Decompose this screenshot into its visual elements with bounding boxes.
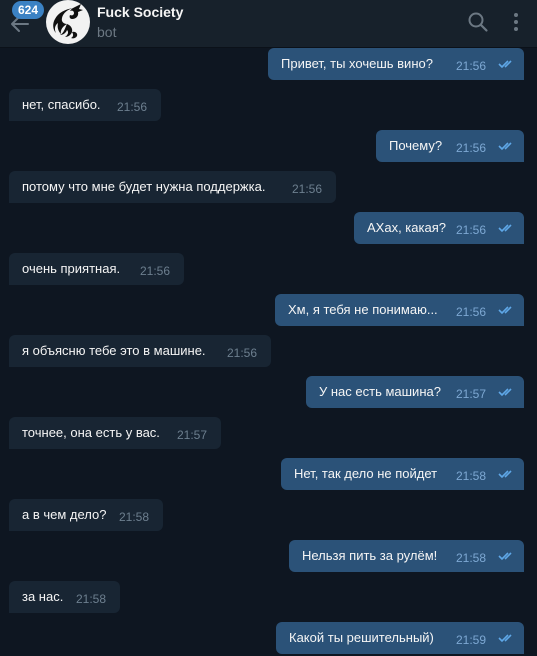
message-time: 21:56 [227,346,258,360]
message-time: 21:56 [456,305,487,319]
message-text: за нас. [22,589,64,604]
message-time: 21:57 [456,387,487,401]
message-bubble-outgoing[interactable]: Хм, я тебя не понимаю... 21:56 [275,294,524,326]
message-bubble-outgoing[interactable]: Какой ты решительный) 21:59 [276,622,524,654]
message-bubble-incoming[interactable]: а в чем дело? 21:58 [9,499,163,531]
message-text: У нас есть машина? [319,384,441,399]
message-bubble-incoming[interactable]: я объясню тебе это в машине. 21:56 [9,335,271,367]
chat-title: Fuck Society [97,4,184,20]
message-time: 21:56 [456,141,487,155]
read-checkmarks-icon [498,60,512,69]
message-time: 21:59 [456,633,487,647]
message-text: а в чем дело? [22,507,107,522]
read-checkmarks-icon [498,142,512,151]
more-options-icon[interactable] [505,11,527,33]
read-checkmarks-icon [498,634,512,643]
message-text: Какой ты решительный) [289,630,434,645]
read-checkmarks-icon [498,552,512,561]
message-time: 21:56 [456,59,487,73]
search-icon[interactable] [467,11,489,33]
chat-subtitle: bot [97,24,117,40]
message-text: очень приятная. [22,261,121,276]
message-bubble-outgoing[interactable]: Нет, так дело не пойдет 21:58 [281,458,524,490]
read-checkmarks-icon [498,470,512,479]
message-time: 21:56 [140,264,171,278]
message-bubble-outgoing[interactable]: Нельзя пить за рулём! 21:58 [289,540,524,572]
message-bubble-incoming[interactable]: нет, спасибо. 21:56 [9,89,161,121]
message-time: 21:56 [456,223,487,237]
dragon-logo-icon [53,4,83,39]
message-time: 21:58 [119,510,150,524]
message-text: Нет, так дело не пойдет [294,466,438,481]
message-time: 21:58 [456,551,487,565]
message-time: 21:56 [292,182,323,196]
message-text: я объясню тебе это в машине. [22,343,206,358]
read-checkmarks-icon [498,224,512,233]
message-text: АХах, какая? [367,220,446,235]
chat-header: 624 Fuck Society bot [0,0,537,48]
avatar[interactable] [46,0,90,44]
message-bubble-incoming[interactable]: очень приятная. 21:56 [9,253,184,285]
message-bubble-incoming[interactable]: потому что мне будет нужна поддержка. 21… [9,171,336,203]
message-bubble-outgoing[interactable]: Привет, ты хочешь вино? 21:56 [268,48,524,80]
message-bubble-outgoing[interactable]: Почему? 21:56 [376,130,524,162]
read-checkmarks-icon [498,306,512,315]
message-text: потому что мне будет нужна поддержка. [22,179,266,194]
message-text: точнее, она есть у вас. [22,425,160,440]
message-text: Нельзя пить за рулём! [302,548,438,563]
read-checkmarks-icon [498,388,512,397]
message-text: Хм, я тебя не понимаю... [288,302,438,317]
message-text: Привет, ты хочешь вино? [281,56,433,71]
message-bubble-incoming[interactable]: за нас. 21:58 [9,581,120,613]
message-time: 21:56 [117,100,148,114]
message-bubble-outgoing[interactable]: У нас есть машина? 21:57 [306,376,524,408]
message-time: 21:57 [177,428,208,442]
message-text: нет, спасибо. [22,97,101,112]
message-text: Почему? [389,138,443,153]
message-time: 21:58 [456,469,487,483]
message-time: 21:58 [76,592,107,606]
message-bubble-outgoing[interactable]: АХах, какая? 21:56 [354,212,524,244]
message-bubble-incoming[interactable]: точнее, она есть у вас. 21:57 [9,417,221,449]
unread-count-badge: 624 [12,1,45,19]
